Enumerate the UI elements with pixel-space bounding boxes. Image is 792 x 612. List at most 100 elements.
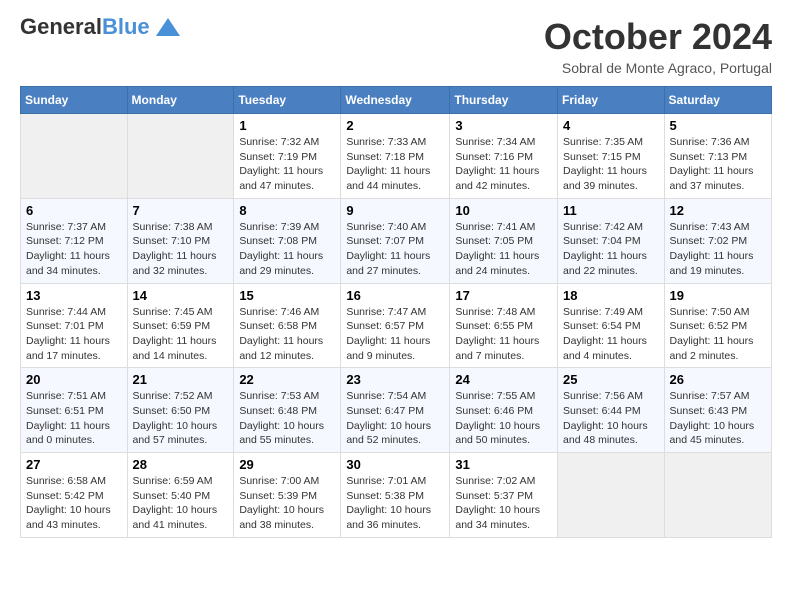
calendar-cell: 26 Sunrise: 7:57 AMSunset: 6:43 PMDayligh… — [664, 368, 771, 453]
cell-details: Sunrise: 7:44 AMSunset: 7:01 PMDaylight:… — [26, 305, 122, 364]
calendar-cell: 30 Sunrise: 7:01 AMSunset: 5:38 PMDayligh… — [341, 453, 450, 538]
day-number: 11 — [563, 203, 659, 218]
day-number: 14 — [133, 288, 229, 303]
cell-details: Sunrise: 6:59 AMSunset: 5:40 PMDaylight:… — [133, 474, 229, 533]
day-number: 3 — [455, 118, 552, 133]
calendar-cell: 10 Sunrise: 7:41 AMSunset: 7:05 PMDayligh… — [450, 198, 558, 283]
day-number: 8 — [239, 203, 335, 218]
day-number: 26 — [670, 372, 766, 387]
calendar-cell: 2 Sunrise: 7:33 AMSunset: 7:18 PMDaylight… — [341, 114, 450, 199]
cell-details: Sunrise: 7:56 AMSunset: 6:44 PMDaylight:… — [563, 389, 659, 448]
day-number: 10 — [455, 203, 552, 218]
day-number: 25 — [563, 372, 659, 387]
cell-details: Sunrise: 7:41 AMSunset: 7:05 PMDaylight:… — [455, 220, 552, 279]
header-cell-wednesday: Wednesday — [341, 87, 450, 114]
calendar-table: SundayMondayTuesdayWednesdayThursdayFrid… — [20, 86, 772, 538]
calendar-cell — [21, 114, 128, 199]
calendar-cell: 19 Sunrise: 7:50 AMSunset: 6:52 PMDayligh… — [664, 283, 771, 368]
calendar-cell: 11Sunrise: 7:42 AMSunset: 7:04 PMDayligh… — [558, 198, 665, 283]
cell-details: Sunrise: 7:34 AMSunset: 7:16 PMDaylight:… — [455, 135, 552, 194]
day-number: 5 — [670, 118, 766, 133]
calendar-cell: 7 Sunrise: 7:38 AMSunset: 7:10 PMDaylight… — [127, 198, 234, 283]
cell-details: Sunrise: 7:38 AMSunset: 7:10 PMDaylight:… — [133, 220, 229, 279]
day-number: 22 — [239, 372, 335, 387]
cell-details: Sunrise: 7:53 AMSunset: 6:48 PMDaylight:… — [239, 389, 335, 448]
day-number: 12 — [670, 203, 766, 218]
day-number: 7 — [133, 203, 229, 218]
calendar-body: 1 Sunrise: 7:32 AMSunset: 7:19 PMDaylight… — [21, 114, 772, 538]
day-number: 2 — [346, 118, 444, 133]
cell-details: Sunrise: 7:49 AMSunset: 6:54 PMDaylight:… — [563, 305, 659, 364]
cell-details: Sunrise: 7:01 AMSunset: 5:38 PMDaylight:… — [346, 474, 444, 533]
day-number: 4 — [563, 118, 659, 133]
month-title: October 2024 — [544, 16, 772, 58]
day-number: 16 — [346, 288, 444, 303]
calendar-cell: 18 Sunrise: 7:49 AMSunset: 6:54 PMDayligh… — [558, 283, 665, 368]
calendar-header: SundayMondayTuesdayWednesdayThursdayFrid… — [21, 87, 772, 114]
cell-details: Sunrise: 7:46 AMSunset: 6:58 PMDaylight:… — [239, 305, 335, 364]
calendar-cell: 8 Sunrise: 7:39 AMSunset: 7:08 PMDaylight… — [234, 198, 341, 283]
header-cell-friday: Friday — [558, 87, 665, 114]
calendar-cell: 25 Sunrise: 7:56 AMSunset: 6:44 PMDayligh… — [558, 368, 665, 453]
cell-details: Sunrise: 7:39 AMSunset: 7:08 PMDaylight:… — [239, 220, 335, 279]
page-header: GeneralBlue October 2024 Sobral de Monte… — [20, 16, 772, 76]
day-number: 15 — [239, 288, 335, 303]
calendar-week-row: 1 Sunrise: 7:32 AMSunset: 7:19 PMDaylight… — [21, 114, 772, 199]
day-number: 30 — [346, 457, 444, 472]
cell-details: Sunrise: 7:47 AMSunset: 6:57 PMDaylight:… — [346, 305, 444, 364]
calendar-cell: 4 Sunrise: 7:35 AMSunset: 7:15 PMDaylight… — [558, 114, 665, 199]
calendar-cell: 13 Sunrise: 7:44 AMSunset: 7:01 PMDayligh… — [21, 283, 128, 368]
calendar-cell: 5 Sunrise: 7:36 AMSunset: 7:13 PMDaylight… — [664, 114, 771, 199]
day-number: 13 — [26, 288, 122, 303]
cell-details: Sunrise: 7:48 AMSunset: 6:55 PMDaylight:… — [455, 305, 552, 364]
calendar-cell: 21Sunrise: 7:52 AMSunset: 6:50 PMDayligh… — [127, 368, 234, 453]
calendar-cell: 15 Sunrise: 7:46 AMSunset: 6:58 PMDayligh… — [234, 283, 341, 368]
day-number: 17 — [455, 288, 552, 303]
cell-details: Sunrise: 7:51 AMSunset: 6:51 PMDaylight:… — [26, 389, 122, 448]
cell-details: Sunrise: 7:57 AMSunset: 6:43 PMDaylight:… — [670, 389, 766, 448]
calendar-cell: 31Sunrise: 7:02 AMSunset: 5:37 PMDayligh… — [450, 453, 558, 538]
calendar-cell — [664, 453, 771, 538]
day-number: 18 — [563, 288, 659, 303]
cell-details: Sunrise: 7:00 AMSunset: 5:39 PMDaylight:… — [239, 474, 335, 533]
header-row: SundayMondayTuesdayWednesdayThursdayFrid… — [21, 87, 772, 114]
cell-details: Sunrise: 7:35 AMSunset: 7:15 PMDaylight:… — [563, 135, 659, 194]
day-number: 1 — [239, 118, 335, 133]
header-cell-tuesday: Tuesday — [234, 87, 341, 114]
day-number: 21 — [133, 372, 229, 387]
day-number: 19 — [670, 288, 766, 303]
calendar-cell: 29 Sunrise: 7:00 AMSunset: 5:39 PMDayligh… — [234, 453, 341, 538]
calendar-cell: 23Sunrise: 7:54 AMSunset: 6:47 PMDayligh… — [341, 368, 450, 453]
header-cell-sunday: Sunday — [21, 87, 128, 114]
calendar-cell: 24Sunrise: 7:55 AMSunset: 6:46 PMDayligh… — [450, 368, 558, 453]
logo: GeneralBlue — [20, 16, 182, 38]
calendar-cell: 28 Sunrise: 6:59 AMSunset: 5:40 PMDayligh… — [127, 453, 234, 538]
day-number: 24 — [455, 372, 552, 387]
day-number: 28 — [133, 457, 229, 472]
cell-details: Sunrise: 7:02 AMSunset: 5:37 PMDaylight:… — [455, 474, 552, 533]
cell-details: Sunrise: 7:32 AMSunset: 7:19 PMDaylight:… — [239, 135, 335, 194]
calendar-cell — [558, 453, 665, 538]
cell-details: Sunrise: 7:33 AMSunset: 7:18 PMDaylight:… — [346, 135, 444, 194]
header-cell-thursday: Thursday — [450, 87, 558, 114]
cell-details: Sunrise: 7:43 AMSunset: 7:02 PMDaylight:… — [670, 220, 766, 279]
calendar-week-row: 6 Sunrise: 7:37 AMSunset: 7:12 PMDaylight… — [21, 198, 772, 283]
header-cell-monday: Monday — [127, 87, 234, 114]
location-subtitle: Sobral de Monte Agraco, Portugal — [544, 60, 772, 76]
day-number: 6 — [26, 203, 122, 218]
cell-details: Sunrise: 7:36 AMSunset: 7:13 PMDaylight:… — [670, 135, 766, 194]
cell-details: Sunrise: 7:50 AMSunset: 6:52 PMDaylight:… — [670, 305, 766, 364]
calendar-cell: 6 Sunrise: 7:37 AMSunset: 7:12 PMDaylight… — [21, 198, 128, 283]
header-cell-saturday: Saturday — [664, 87, 771, 114]
calendar-week-row: 27Sunrise: 6:58 AMSunset: 5:42 PMDayligh… — [21, 453, 772, 538]
calendar-cell: 9Sunrise: 7:40 AMSunset: 7:07 PMDaylight… — [341, 198, 450, 283]
cell-details: Sunrise: 7:45 AMSunset: 6:59 PMDaylight:… — [133, 305, 229, 364]
calendar-cell: 17 Sunrise: 7:48 AMSunset: 6:55 PMDayligh… — [450, 283, 558, 368]
cell-details: Sunrise: 7:37 AMSunset: 7:12 PMDaylight:… — [26, 220, 122, 279]
calendar-cell: 14 Sunrise: 7:45 AMSunset: 6:59 PMDayligh… — [127, 283, 234, 368]
day-number: 20 — [26, 372, 122, 387]
cell-details: Sunrise: 7:40 AMSunset: 7:07 PMDaylight:… — [346, 220, 444, 279]
day-number: 29 — [239, 457, 335, 472]
cell-details: Sunrise: 6:58 AMSunset: 5:42 PMDaylight:… — [26, 474, 122, 533]
logo-text: GeneralBlue — [20, 16, 150, 38]
